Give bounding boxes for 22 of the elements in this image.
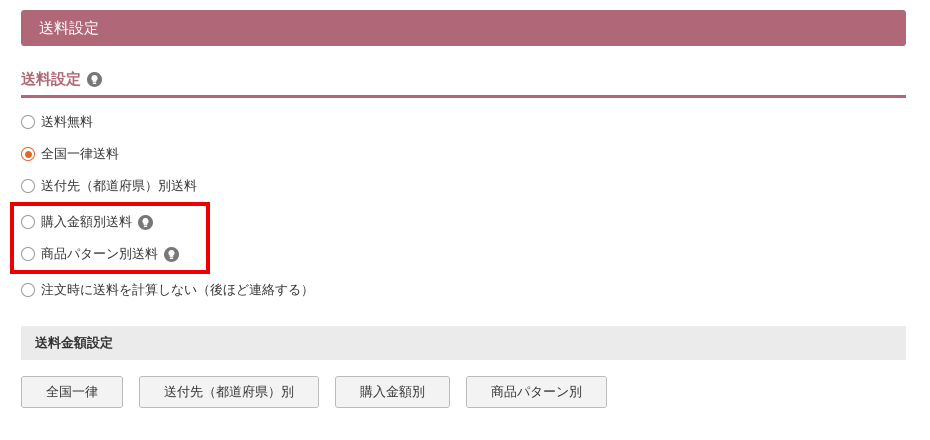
lightbulb-icon[interactable] (138, 214, 153, 230)
option-label: 送付先（都道府県）別送料 (41, 178, 197, 195)
panel-header: 送料設定 (21, 10, 906, 46)
option-label: 注文時に送料を計算しない（後ほど連絡する） (41, 282, 314, 299)
settings-button[interactable]: 購入金額別 (335, 376, 450, 408)
lightbulb-icon[interactable] (164, 246, 179, 262)
settings-button[interactable]: 商品パターン別 (466, 376, 607, 408)
radio-button[interactable] (21, 215, 35, 229)
lightbulb-icon[interactable] (87, 72, 102, 87)
radio-button[interactable] (21, 179, 35, 193)
settings-button[interactable]: 全国一律 (21, 376, 123, 408)
option-label: 購入金額別送料 (41, 214, 132, 231)
settings-button[interactable]: 送付先（都道府県）別 (139, 376, 319, 408)
subsection-title: 送料金額設定 (35, 334, 113, 352)
radio-button[interactable] (21, 147, 35, 161)
section-title: 送料設定 (21, 70, 81, 89)
option-label: 全国一律送料 (41, 146, 119, 163)
radio-button[interactable] (21, 115, 35, 129)
option-label: 送料無料 (41, 114, 93, 131)
radio-button[interactable] (21, 283, 35, 297)
radio-button[interactable] (21, 247, 35, 261)
option-label: 商品パターン別送料 (41, 246, 158, 263)
